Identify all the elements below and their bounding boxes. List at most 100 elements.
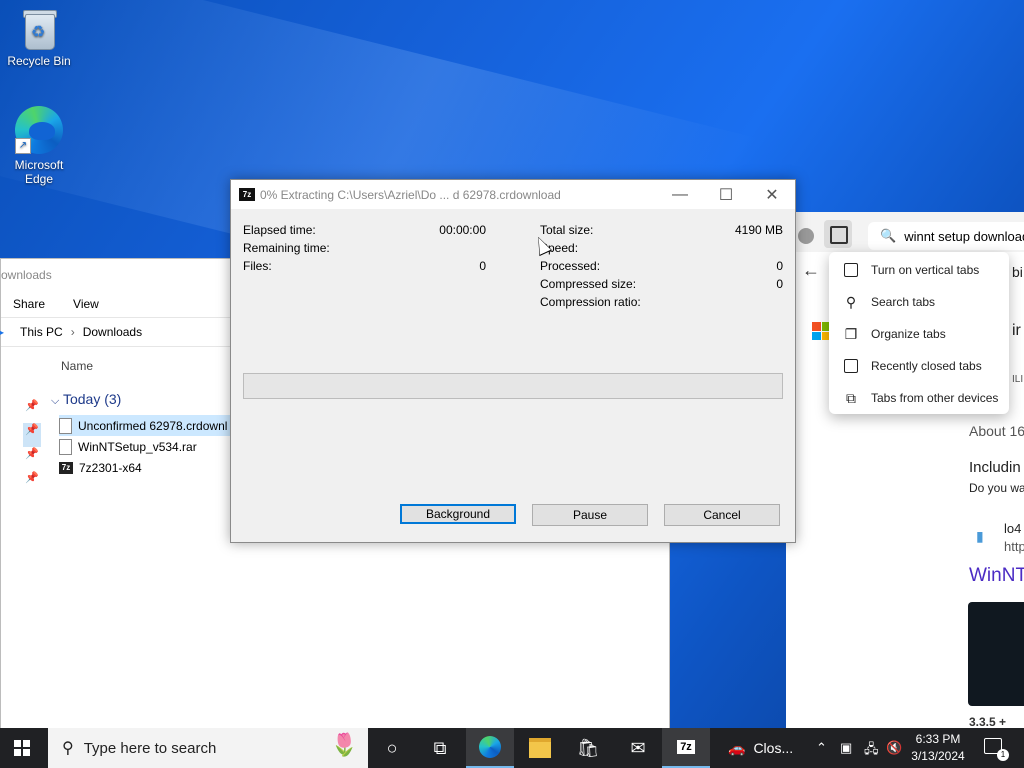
file-row[interactable]: Unconfirmed 62978.crdownl — [59, 415, 259, 436]
mail-icon[interactable]: ✉ — [614, 728, 662, 768]
page-fragment: ILI — [1012, 374, 1024, 385]
taskbar: ⚲ Type here to search 🌷 ○ ⧉ 🛍 ✉ 7z 🚗 Clo… — [0, 728, 1024, 768]
taskbar-7zip-icon[interactable]: 7z — [662, 728, 710, 768]
page-fragment: Includin — [969, 459, 1021, 476]
dialog-titlebar[interactable]: 7z 0% Extracting C:\Users\Azriel\Do ... … — [231, 180, 795, 209]
file-icon — [59, 417, 72, 434]
file-explorer-icon[interactable] — [516, 728, 564, 768]
store-icon[interactable]: 🛍 — [564, 728, 612, 768]
results-count: About 16 — [969, 423, 1024, 439]
address-bar[interactable]: 🔍 winnt setup download — [868, 222, 1024, 250]
edge-icon: ↗ — [15, 106, 63, 154]
pin-icon[interactable]: 📌 — [23, 471, 41, 495]
files-value: 0 — [479, 259, 486, 273]
page-fragment: 3.3.5 + — [969, 715, 1007, 728]
clock-time: 6:33 PM — [915, 732, 961, 746]
desktop-icon-edge[interactable]: ↗ Microsoft Edge — [2, 106, 76, 186]
tab-actions-icon — [830, 226, 848, 244]
total-size-value: 4190 MB — [734, 223, 783, 237]
desktop-icon-label: Recycle Bin — [7, 54, 71, 68]
taskbar-edge-icon[interactable] — [466, 728, 514, 768]
site-favicon-icon: ▮ — [976, 528, 984, 544]
nav-arrow-icon: ▸ — [0, 325, 5, 339]
browser-toolbar: 🔍 winnt setup download — [786, 212, 1024, 252]
total-size-label: Total size: — [540, 223, 594, 237]
processed-label: Processed: — [540, 259, 601, 273]
pause-button[interactable]: Pause — [532, 504, 648, 526]
menu-item-vertical-tabs[interactable]: Turn on vertical tabs — [829, 254, 1009, 286]
ribbon-tab-share[interactable]: Share — [13, 297, 45, 311]
dialog-title: 0% Extracting C:\Users\Azriel\Do ... d 6… — [260, 188, 561, 202]
minimize-button[interactable]: — — [657, 180, 703, 209]
extraction-dialog: 7z 0% Extracting C:\Users\Azriel\Do ... … — [230, 179, 796, 543]
search-placeholder: Type here to search — [83, 739, 217, 757]
search-icon: ⚲ — [62, 740, 74, 757]
result-thumbnail[interactable] — [968, 602, 1024, 706]
processed-value: 0 — [776, 259, 783, 273]
start-button[interactable] — [14, 740, 30, 756]
page-fragment: ir — [1012, 322, 1021, 339]
microsoft-logo-icon — [812, 322, 830, 340]
elapsed-time-value: 00:00:00 — [439, 223, 486, 237]
car-alert-icon: 🚗 — [728, 739, 746, 756]
volume-muted-icon[interactable]: 🔇 — [886, 740, 902, 756]
tab-actions-menu: Turn on vertical tabs ⚲ Search tabs ❐ Or… — [829, 252, 1009, 414]
breadcrumb-downloads[interactable]: Downloads — [83, 325, 142, 339]
cancel-button[interactable]: Cancel — [664, 504, 780, 526]
notifications-icon[interactable]: 1 — [984, 738, 1009, 761]
menu-item-organize-tabs[interactable]: ❐ Organize tabs — [829, 318, 1009, 350]
file-row[interactable]: 7z 7z2301-x64 — [59, 457, 142, 478]
search-icon: 🔍 — [880, 228, 897, 243]
compression-ratio-label: Compression ratio: — [540, 295, 641, 309]
elapsed-time-label: Elapsed time: — [243, 223, 316, 237]
column-header-name[interactable]: Name — [61, 359, 93, 373]
organize-tabs-icon: ❐ — [844, 325, 858, 342]
notification-badge: 1 — [997, 749, 1009, 761]
devices-icon: ⧉ — [846, 389, 856, 406]
compressed-size-value: 0 — [776, 277, 783, 291]
ribbon-tab-view[interactable]: View — [73, 297, 99, 311]
result-url: http — [1004, 539, 1024, 554]
page-fragment: Do you wa — [969, 481, 1024, 495]
network-icon[interactable]: 🖧 — [864, 740, 879, 762]
7zip-app-icon: 7z — [239, 188, 255, 201]
recycle-bin-icon: ♻ — [21, 8, 57, 50]
close-button[interactable]: ✕ — [749, 180, 795, 209]
file-icon — [59, 438, 72, 455]
result-site-name: lo4 — [1004, 521, 1022, 536]
remaining-time-label: Remaining time: — [243, 241, 330, 255]
flowers-decoration-icon: 🌷 — [330, 732, 358, 757]
chevron-up-icon[interactable]: ⌃ — [816, 740, 827, 756]
background-button[interactable]: Background — [400, 504, 516, 524]
breadcrumb-separator-icon: › — [70, 325, 75, 339]
recently-closed-icon — [843, 358, 859, 374]
maximize-button[interactable]: ☐ — [703, 180, 749, 209]
menu-item-tabs-other-devices[interactable]: ⧉ Tabs from other devices — [829, 382, 1009, 414]
taskbar-app-button[interactable]: 🚗 Clos... — [712, 728, 808, 768]
pin-icon[interactable]: 📌 — [23, 399, 41, 423]
group-header-today[interactable]: ⌵ Today (3) — [51, 391, 121, 408]
desktop-icon-recycle-bin[interactable]: ♻ Recycle Bin — [2, 8, 76, 68]
task-view-icon[interactable]: ⧉ — [416, 728, 464, 768]
cortana-icon[interactable]: ○ — [368, 728, 416, 768]
back-arrow-icon[interactable]: ← — [802, 260, 820, 281]
menu-item-search-tabs[interactable]: ⚲ Search tabs — [829, 286, 1009, 318]
7zip-file-icon: 7z — [59, 461, 73, 474]
profile-avatar-icon[interactable] — [798, 228, 814, 244]
pin-icon[interactable]: 📌 — [23, 447, 41, 471]
chevron-down-icon: ⌵ — [51, 395, 60, 407]
search-icon: ⚲ — [845, 293, 857, 310]
menu-item-recently-closed[interactable]: Recently closed tabs — [829, 350, 1009, 382]
quick-access-pins: 📌 📌 📌 📌 — [23, 399, 41, 495]
breadcrumb-this-pc[interactable]: This PC — [20, 325, 63, 339]
system-clock[interactable]: 6:33 PM 3/13/2024 — [906, 731, 970, 765]
desktop: ♻ Recycle Bin ↗ Microsoft Edge ownloads … — [0, 0, 1024, 728]
vertical-tabs-icon — [843, 262, 859, 278]
pin-icon[interactable]: 📌 — [23, 423, 41, 447]
taskbar-search-box[interactable]: ⚲ Type here to search 🌷 — [48, 728, 368, 768]
meet-now-icon[interactable]: ▣ — [840, 740, 852, 756]
result-title-link[interactable]: WinNT — [969, 565, 1024, 587]
compressed-size-label: Compressed size: — [540, 277, 637, 291]
desktop-icon-label: Microsoft Edge — [14, 158, 64, 186]
file-row[interactable]: WinNTSetup_v534.rar — [59, 436, 197, 457]
